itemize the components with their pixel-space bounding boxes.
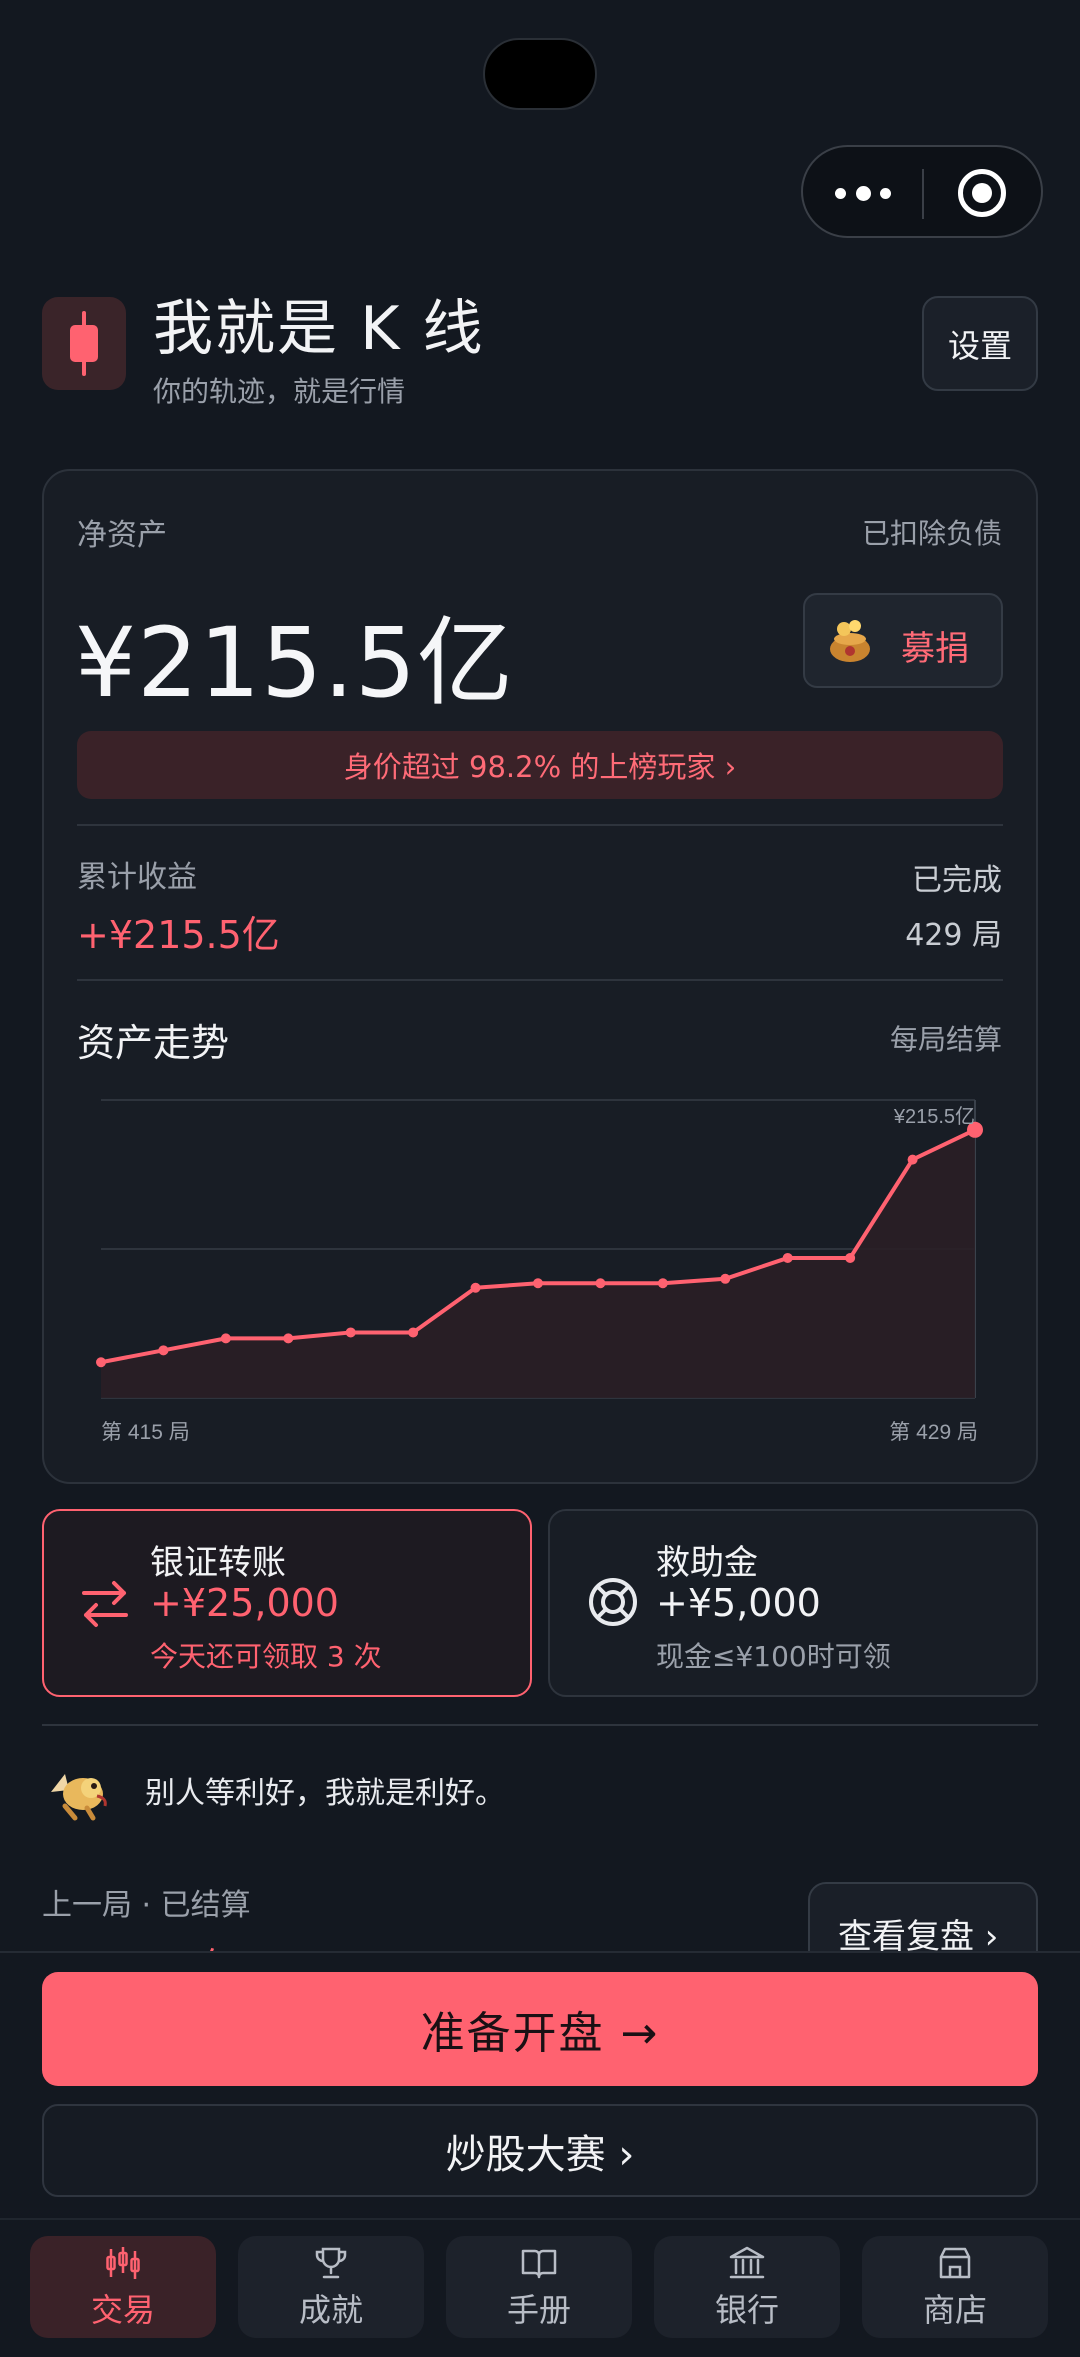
tab-achievements[interactable]: 成就 [238,2236,424,2338]
tab-label: 手册 [506,2291,571,2329]
relief-note: 现金≤¥100时可领 [656,1640,891,1673]
chart-peak-label: ¥215.5亿 [893,1105,975,1128]
tab-shop[interactable]: 商店 [862,2236,1048,2338]
chart-point [158,1345,169,1356]
bank-transfer-title: 银证转账 [150,1543,286,1583]
chart-point [907,1154,918,1165]
asset-trend-chart: ¥215.5亿 第 415 局 第 429 局 [96,1099,983,1444]
capsule-divider [922,169,924,219]
relief-title: 救助金 [656,1543,758,1583]
bank-icon [729,2246,765,2279]
tab-label: 成就 [298,2291,363,2329]
chart-point [595,1278,606,1289]
chart-point [782,1252,793,1263]
candlestick-icon [106,2247,140,2279]
app-logo-candlestick-icon [42,297,126,390]
debt-note: 已扣除负债 [861,517,1002,550]
bank-transfer-card[interactable]: 银证转账 +¥25,000 今天还可领取 3 次 [42,1509,532,1697]
trend-title: 资产走势 [77,1021,230,1065]
chart-point [657,1278,668,1289]
app-subtitle: 你的轨迹，就是行情 [153,375,406,408]
rounds-done-value: 429 局 [905,918,1002,953]
donate-label: 募捐 [901,629,969,669]
trend-note: 每局结算 [889,1023,1002,1056]
divider [77,824,1003,826]
relief-fund-card[interactable]: 救助金 +¥5,000 现金≤¥100时可领 [548,1509,1038,1697]
rounds-done-label: 已完成 [912,863,1002,898]
net-asset-value: ¥215.5亿 [75,607,514,719]
tab-trade[interactable]: 交易 [30,2236,216,2338]
lifebuoy-icon [589,1578,637,1626]
chart-area-fill [101,1129,975,1398]
camera-notch [483,38,597,110]
miniprogram-capsule [801,145,1043,238]
money-pot-icon [830,620,870,662]
contest-button[interactable]: 炒股大赛 › [42,2104,1038,2197]
donate-button[interactable]: 募捐 [803,593,1003,688]
app-title: 我就是 K 线 [153,294,485,364]
chart-point [533,1278,543,1289]
book-icon [521,2249,557,2279]
close-target-icon[interactable] [958,169,1006,217]
chart-point [283,1333,294,1344]
cumulative-profit-label: 累计收益 [77,860,197,895]
tab-bank[interactable]: 银行 [654,2236,840,2338]
trophy-icon [315,2247,347,2279]
chart-point [720,1273,731,1284]
chart-point [96,1357,106,1368]
last-round-label: 上一局 · 已结算 [42,1888,251,1923]
start-trading-button[interactable]: 准备开盘 → [42,1972,1038,2086]
tab-label: 银行 [714,2291,779,2329]
tab-manual[interactable]: 手册 [446,2236,632,2338]
cumulative-profit-value: +¥215.5亿 [77,913,280,957]
transfer-arrows-icon [82,1581,128,1627]
shop-icon [939,2247,971,2279]
divider [42,1724,1038,1726]
chart-point [408,1327,419,1338]
tabbar-divider [0,2218,1080,2220]
relief-amount: +¥5,000 [656,1581,821,1625]
chart-point [345,1327,356,1338]
net-asset-label: 净资产 [77,518,167,553]
more-icon[interactable] [835,181,891,205]
divider [77,979,1003,981]
lion-dance-mascot-icon [51,1774,107,1821]
chart-x-start-label: 第 415 局 [101,1421,190,1444]
chart-point [220,1333,231,1344]
bank-transfer-note: 今天还可领取 3 次 [150,1640,382,1673]
tab-label: 商店 [922,2291,987,2329]
rank-banner[interactable]: 身价超过 98.2% 的上榜玩家 › [77,731,1003,799]
settings-button[interactable]: 设置 [922,296,1038,391]
quote-text: 别人等利好，我就是利好。 [145,1776,505,1811]
tab-label: 交易 [90,2291,155,2329]
chart-point [470,1282,481,1293]
bank-transfer-amount: +¥25,000 [150,1581,339,1625]
chart-x-end-label: 第 429 局 [889,1421,978,1444]
chart-point [845,1252,856,1263]
